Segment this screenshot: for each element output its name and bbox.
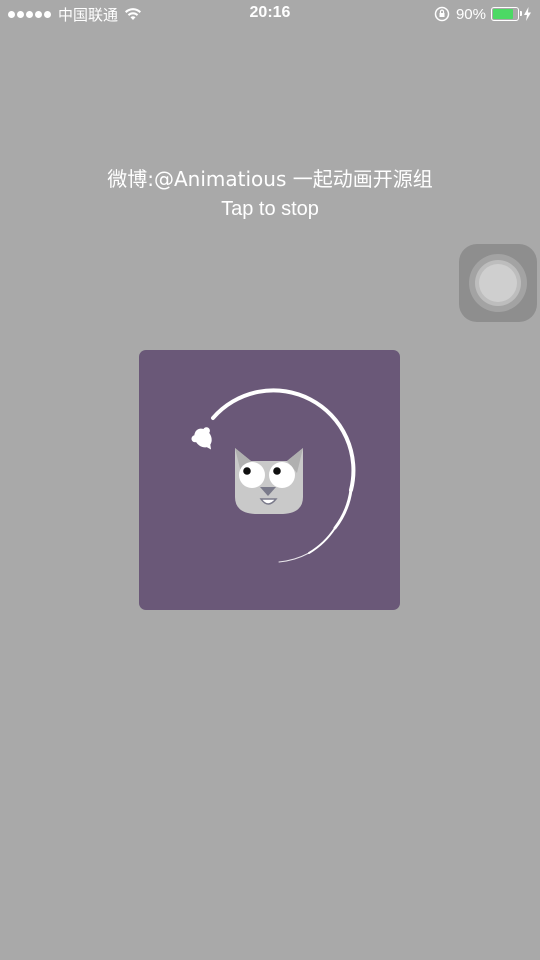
animation-card[interactable]	[139, 350, 400, 610]
animation-canvas	[139, 350, 400, 610]
battery-fill	[493, 9, 513, 19]
battery-percent: 90%	[455, 5, 486, 23]
screen: 中国联通 20:16 90% 微博:@Animatious 一起动画开源组 Ta…	[0, 0, 540, 960]
status-bar: 中国联通 20:16 90%	[0, 0, 540, 30]
page-title: 微博:@Animatious 一起动画开源组	[107, 167, 433, 191]
assistive-touch-button[interactable]	[459, 244, 537, 322]
charging-bolt-icon	[524, 7, 531, 21]
rotation-lock-icon	[434, 6, 450, 22]
battery-icon	[491, 7, 522, 21]
assistive-touch-icon	[479, 264, 517, 302]
tap-to-stop-label[interactable]: Tap to stop	[0, 198, 540, 221]
status-right: 90%	[434, 4, 532, 24]
